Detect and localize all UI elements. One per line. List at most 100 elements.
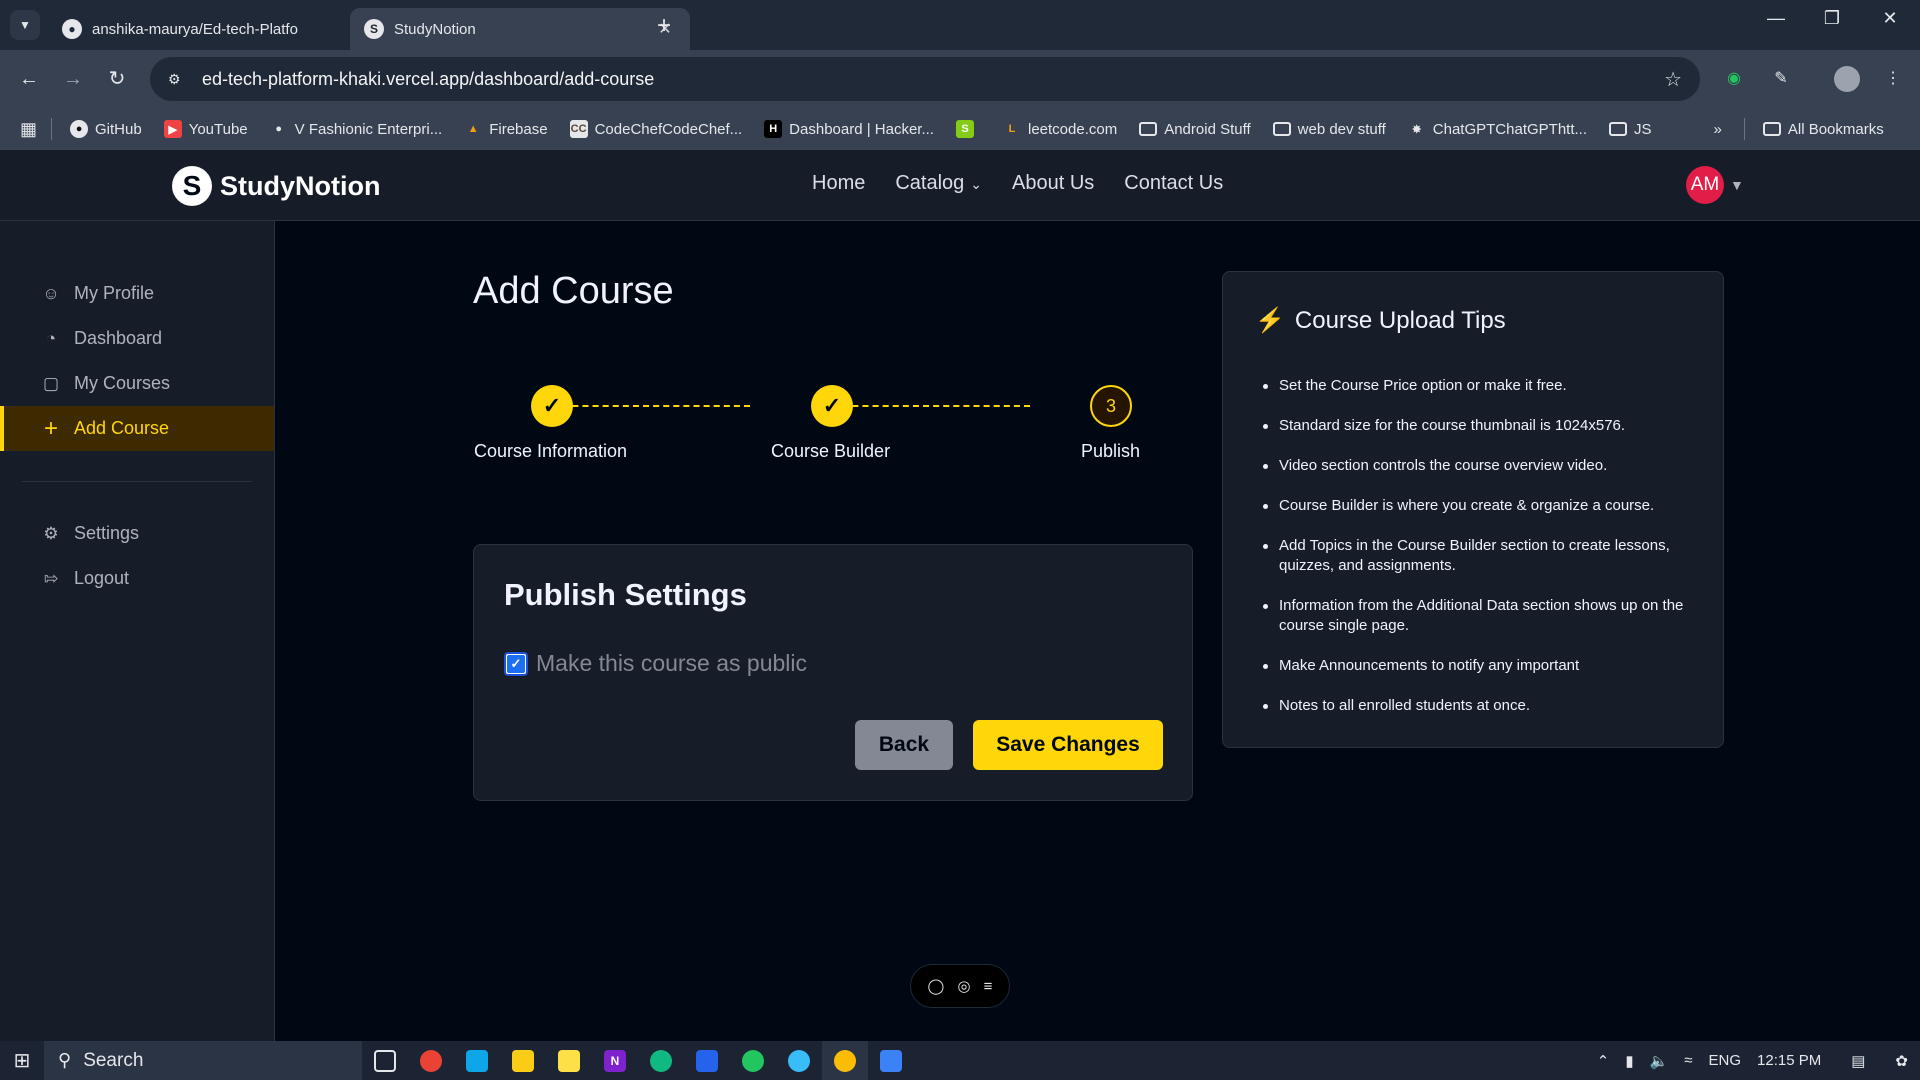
bookmark-label: Firebase (489, 120, 548, 138)
file-explorer-icon[interactable] (500, 1041, 546, 1080)
reload-icon[interactable]: ↻ (102, 64, 132, 94)
volume-icon[interactable]: 🔈 (1650, 1052, 1669, 1070)
sidebar-item-my-profile[interactable]: ☺ My Profile (0, 271, 274, 316)
chrome-glyph (420, 1049, 442, 1072)
sticky-glyph (558, 1049, 580, 1072)
sidebar-item-label: Settings (74, 523, 140, 543)
battery-icon[interactable]: ▮ (1625, 1052, 1633, 1070)
list-icon[interactable]: ≡ (984, 978, 993, 995)
folder-icon (1139, 122, 1158, 136)
bookmark-vfashionic[interactable]: ● V Fashionic Enterpri... (270, 120, 443, 138)
photos-icon[interactable] (868, 1041, 914, 1080)
studynotion-icon: S (364, 19, 384, 39)
bookmark-shopify[interactable]: S (955, 120, 981, 138)
bookmark-hackerrank[interactable]: H Dashboard | Hacker... (764, 120, 934, 138)
chrome-glyph (834, 1049, 856, 1072)
bookmark-js[interactable]: JS (1609, 121, 1652, 138)
bookmark-label: All Bookmarks (1787, 120, 1884, 138)
plus-icon: + (43, 414, 58, 442)
eye-icon[interactable]: ◎ (957, 977, 970, 995)
sidebar-item-my-courses[interactable]: ▢ My Courses (0, 361, 274, 406)
address-bar[interactable]: ⚙ ed-tech-platform-khaki.vercel.app/dash… (150, 57, 1700, 101)
tip-item: Information from the Additional Data sec… (1261, 596, 1701, 636)
bookmark-leetcode[interactable]: Lleetcode.com (1003, 120, 1118, 138)
tab-search-button[interactable]: ▼ (10, 10, 40, 40)
youtube-icon: ▶ (163, 120, 182, 138)
sticky-notes-icon[interactable] (546, 1041, 592, 1080)
public-checkbox-row: ✓ Make this course as public (504, 650, 807, 677)
new-tab-button[interactable]: + (650, 12, 678, 40)
nav-about[interactable]: About Us (1012, 172, 1094, 195)
hackerrank-icon: H (764, 120, 783, 138)
chrome-icon[interactable] (408, 1041, 454, 1080)
mail-icon[interactable] (454, 1041, 500, 1080)
sidebar-item-logout[interactable]: ⇰ Logout (0, 556, 274, 601)
sidebar-item-dashboard[interactable]: ◔ Dashboard (0, 316, 274, 361)
bookmark-label: V Fashionic Enterpri... (294, 120, 443, 138)
sidebar-item-settings[interactable]: ⚙ Settings (0, 511, 274, 556)
bookmark-firebase[interactable]: ▲ Firebase (464, 120, 548, 138)
vscode-icon[interactable] (684, 1041, 730, 1080)
bookmark-android-stuff[interactable]: Android Stuff (1139, 121, 1251, 138)
edge-glyph (650, 1049, 672, 1072)
wifi-icon[interactable]: ≈ (1684, 1052, 1692, 1069)
menu-kebab-icon[interactable]: ⋮ (1880, 66, 1906, 92)
bookmark-codechef[interactable]: CC CodeChefCodeChef... (569, 120, 742, 138)
minimize-icon[interactable]: — (1756, 8, 1796, 29)
language-indicator[interactable]: ENG (1709, 1052, 1742, 1069)
step-label-course-information: Course Information (474, 441, 628, 461)
publish-settings-title: Publish Settings (504, 577, 747, 612)
nav-contact[interactable]: Contact Us (1124, 172, 1223, 195)
browser-tab-studynotion[interactable]: S StudyNotion ✕ (350, 8, 690, 50)
step-1-check-icon: ✓ (531, 385, 573, 427)
caret-down-icon: ▼ (1730, 177, 1744, 193)
bookmark-label: ChatGPTChatGPThtt... (1432, 120, 1587, 138)
public-checkbox-label[interactable]: Make this course as public (536, 650, 807, 677)
bookmark-chatgpt[interactable]: ✸ ChatGPTChatGPThtt... (1408, 120, 1587, 138)
github-icon: ● (62, 19, 82, 39)
site-info-icon[interactable]: ⚙ (168, 71, 188, 88)
sidebar-item-add-course[interactable]: + Add Course (0, 406, 274, 451)
task-view-icon[interactable] (362, 1041, 408, 1080)
notifications-icon[interactable]: ▤ (1851, 1052, 1865, 1070)
all-bookmarks-button[interactable]: All Bookmarks (1762, 120, 1884, 138)
clock[interactable]: 12:15 PM (1757, 1052, 1821, 1069)
chrome-active-icon[interactable] (822, 1041, 868, 1080)
studynotion-logo[interactable]: S StudyNotion (172, 166, 380, 206)
whatsapp-glyph (742, 1049, 764, 1072)
more-bookmarks-icon[interactable]: » (1714, 121, 1722, 138)
nav-catalog[interactable]: Catalog ⌄ (895, 172, 982, 195)
comment-icon[interactable]: ◯ (928, 977, 945, 995)
whatsapp-icon[interactable] (730, 1041, 776, 1080)
extensions-icon[interactable]: ✎ (1768, 66, 1794, 92)
windows-start-icon[interactable]: ⊞ (0, 1048, 44, 1073)
browser-tab-strip: ▼ ● anshika-maurya/Ed-tech-Platfo ✕ S St… (0, 0, 1920, 50)
back-arrow-icon[interactable]: ← (14, 64, 44, 94)
bookmarks-divider (51, 118, 53, 140)
back-button[interactable]: Back (855, 720, 953, 770)
logo-text: StudyNotion (220, 170, 381, 201)
profile-icon[interactable] (1834, 66, 1860, 92)
forward-arrow-icon[interactable]: → (58, 64, 88, 94)
public-checkbox[interactable]: ✓ (504, 651, 528, 676)
grammarly-icon[interactable]: ◉ (1721, 66, 1747, 92)
bookmark-youtube[interactable]: ▶ YouTube (163, 120, 248, 138)
taskbar-search[interactable]: ⚲ Search (44, 1041, 362, 1080)
restore-icon[interactable]: ❐ (1812, 8, 1852, 29)
chevron-up-icon[interactable]: ⌃ (1597, 1052, 1610, 1070)
apps-grid-icon[interactable]: ▦ (20, 119, 37, 140)
onenote-icon[interactable]: N (592, 1041, 638, 1080)
bookmark-web-dev-stuff[interactable]: web dev stuff (1272, 121, 1386, 138)
save-changes-button[interactable]: Save Changes (973, 720, 1163, 770)
chevron-down-icon: ⌄ (970, 176, 983, 192)
profile-dropdown[interactable]: AM ▼ (1686, 166, 1744, 204)
nav-home[interactable]: Home (812, 172, 865, 195)
window-close-icon[interactable]: ✕ (1870, 8, 1910, 29)
browser-tab-github[interactable]: ● anshika-maurya/Ed-tech-Platfo ✕ (48, 8, 388, 50)
edge-icon[interactable] (638, 1041, 684, 1080)
bookmark-github[interactable]: ● GitHub (70, 120, 142, 138)
user-icon: ☺ (42, 283, 60, 303)
telegram-icon[interactable] (776, 1041, 822, 1080)
copilot-icon[interactable]: ✿ (1895, 1052, 1908, 1070)
bookmark-star-icon[interactable]: ☆ (1664, 67, 1682, 92)
